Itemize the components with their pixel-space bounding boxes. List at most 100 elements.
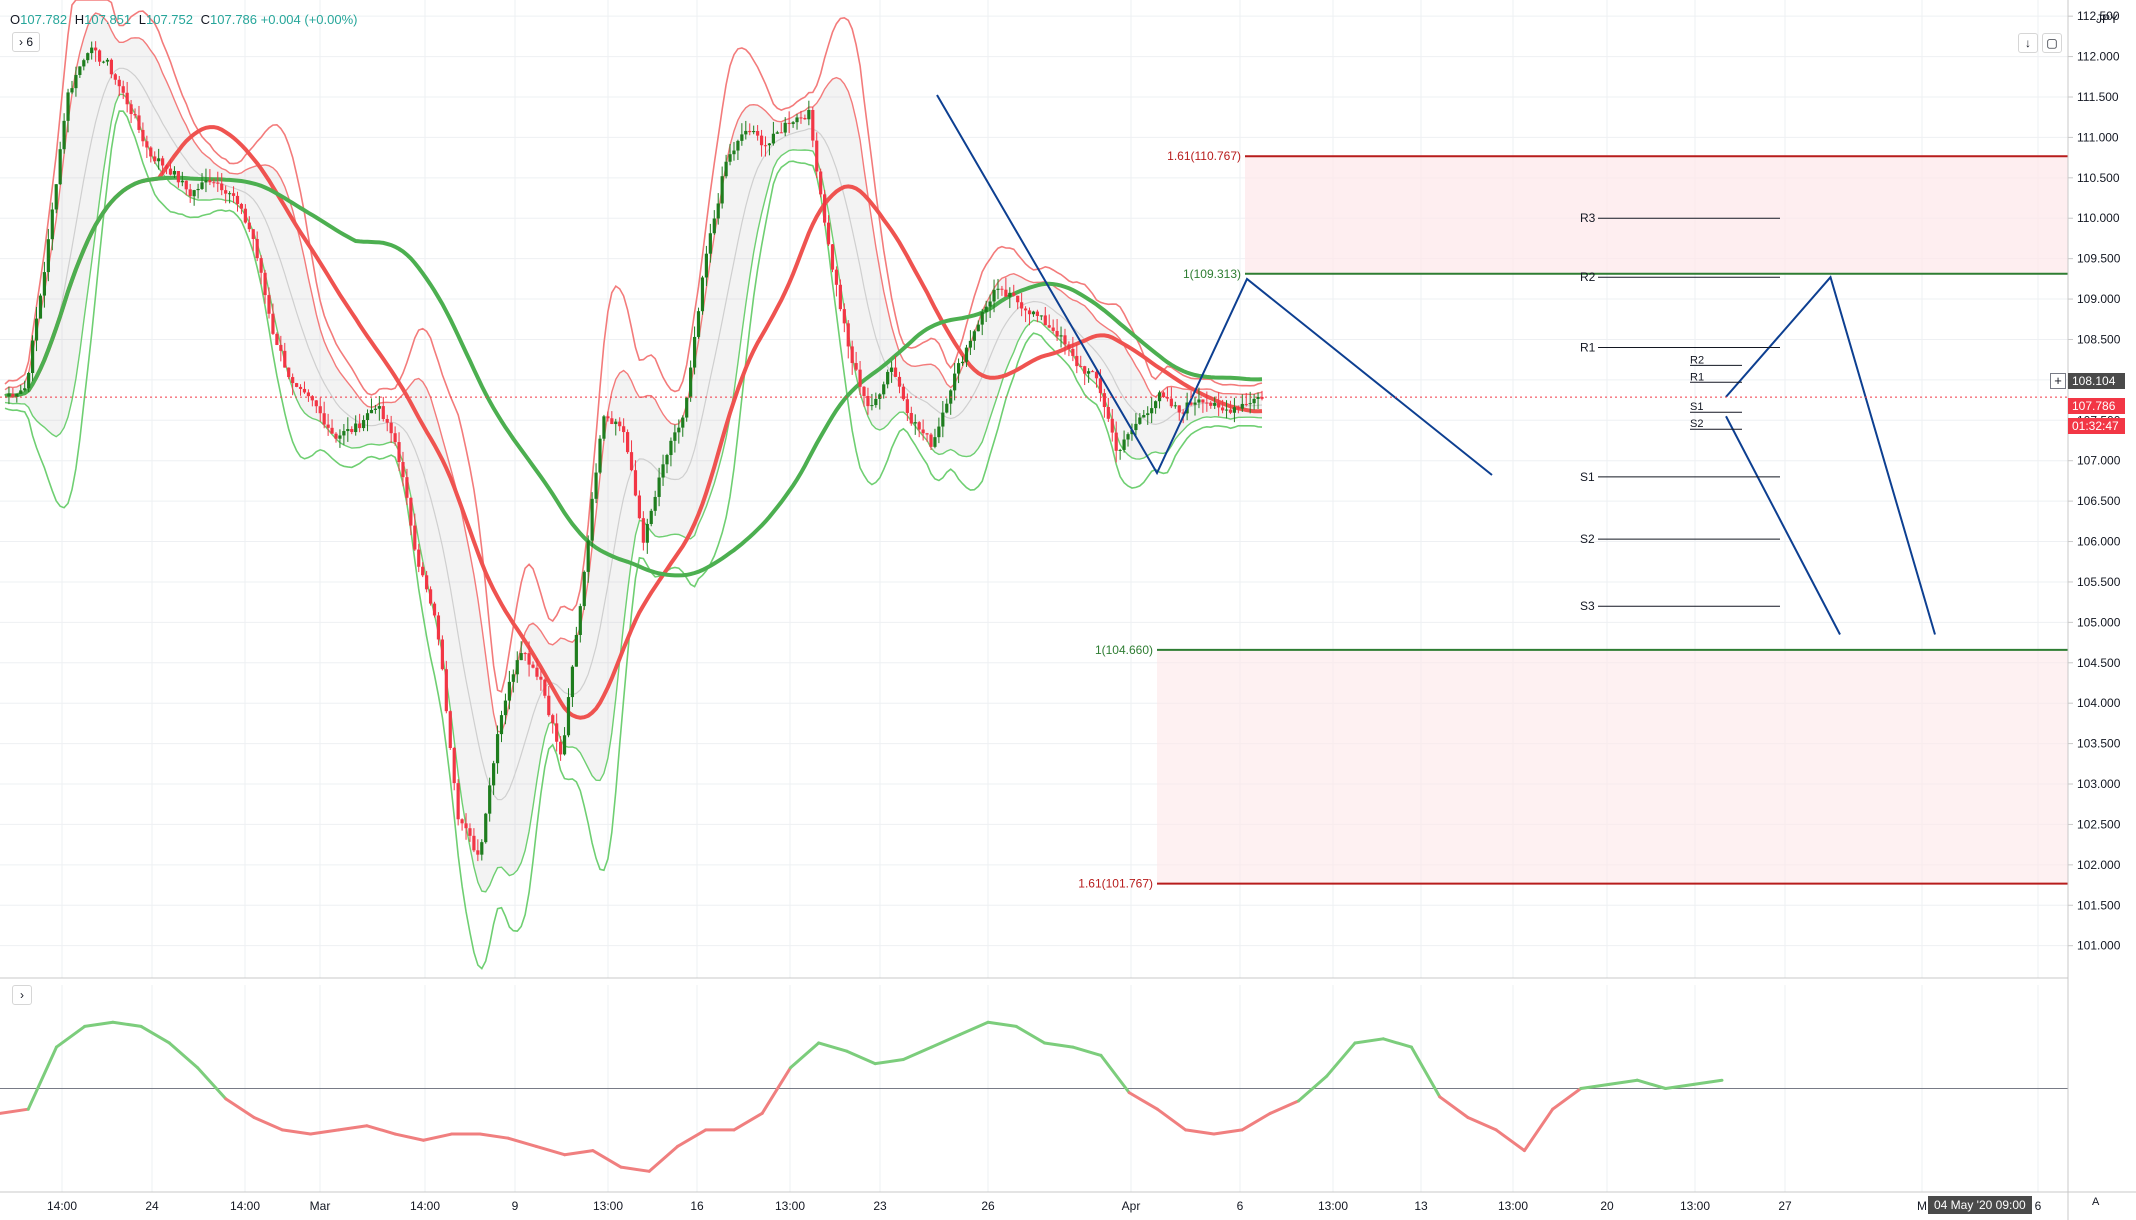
candle-body [361,420,366,429]
oscillator-segment [280,1128,313,1136]
candle-body [590,498,594,541]
candle-body [492,763,496,786]
candle-body [669,440,673,456]
daily-pivot-label: S2 [1690,418,1703,430]
fib-level-label: 1.61(110.767) [1167,149,1241,163]
candle-body [34,318,39,341]
candle-body [909,412,913,424]
candle-body [547,695,551,716]
daily-pivot-label: R2 [1690,354,1704,366]
candle-body [1126,434,1130,440]
collapse-oscillator-button[interactable]: › [12,985,32,1005]
candle-body [488,785,492,814]
candle-body [1004,289,1008,297]
time-tick-label: 14:00 [47,1199,77,1213]
candle-body [393,433,397,443]
candle-body [941,412,945,427]
candle-body [937,426,941,438]
candle-body [704,253,708,278]
chart-area[interactable]: 1.61(110.767) 1(109.313) 1(104.660) 1.61(10… [0,0,2136,1220]
candle-body [649,510,653,524]
candle-body [1177,405,1181,413]
candle-body [696,311,701,337]
candle-body [953,373,957,391]
candle-body [925,433,929,435]
collapse-main-button[interactable]: › 6 [12,32,40,52]
oscillator-segment [1409,1045,1442,1099]
candle-body [271,313,275,334]
candle-body [326,424,330,428]
price-tick-label: 106.000 [2077,535,2121,549]
candle-body [1220,407,1225,411]
candle-body [823,194,827,223]
candle-body [889,367,894,372]
candle-body [1228,409,1233,413]
candle-body [46,239,50,273]
candle-body [291,377,295,384]
price-tick-label: 101.000 [2077,939,2121,953]
candle-body [811,109,815,141]
oscillator-segment [196,1066,228,1101]
oscillator-segment [1494,1128,1526,1153]
candle-body [862,386,866,396]
oscillator-segment [167,1041,200,1070]
crosshair-add-button[interactable]: + [2050,373,2066,389]
candle-body [283,350,287,368]
candle-body [401,462,405,478]
candle-body [1059,335,1063,337]
candle-body [176,170,180,183]
candle-body [78,66,82,75]
candle-body [874,398,878,406]
fib-level-label: 1.61(101.767) [1078,877,1153,891]
price-tick-label: 111.000 [2077,130,2119,144]
candle-body [503,700,508,716]
oscillator-segment [365,1124,397,1136]
auto-scale-button[interactable]: A [2092,1196,2099,1208]
candle-body [976,324,980,332]
candle-body [767,143,772,146]
weekly-pivot-label: R3 [1580,211,1596,225]
fullscreen-button[interactable]: ▢ [2042,33,2062,53]
candle-body [1083,366,1087,374]
candle-body [381,406,385,419]
candle-body [1055,330,1059,337]
candle-body [562,735,567,755]
candle-body [850,346,854,364]
oscillator-segment [1268,1099,1301,1115]
candle-body [484,813,488,843]
candle-body [157,158,161,162]
candle-body [1201,399,1205,403]
candle-body [208,180,212,183]
candle-body [42,272,47,296]
candle-body [657,477,661,497]
candle-body [625,432,630,453]
candle-body [54,184,58,210]
time-tick-label: 9 [512,1199,519,1213]
candle-body [598,438,602,473]
candle-body [66,92,70,121]
candle-body [192,190,196,197]
scroll-down-button[interactable]: ↓ [2018,33,2038,53]
price-tick-label: 111.500 [2077,90,2119,104]
candle-body [1224,409,1229,411]
band-fill [5,13,1262,892]
price-tick-label: 112.000 [2077,50,2120,64]
oscillator-segment [0,1107,30,1115]
candle-body [665,455,669,465]
candle-body [444,669,448,712]
oscillator-segment [224,1097,256,1119]
candle-body [204,180,208,183]
oscillator-segment [1381,1037,1413,1049]
time-tick-label: 20 [1600,1199,1614,1213]
price-tick-label: 110.500 [2077,171,2120,185]
candle-body [551,715,555,724]
candle-body [62,120,66,150]
candle-body [1047,325,1051,328]
low-value: 107.752 [146,12,193,27]
candle-body [771,133,775,144]
candle-body [803,117,807,120]
upper-target-zone [1245,156,2068,274]
candle-body [629,452,634,471]
candle-body [992,289,996,302]
candle-body [495,734,500,764]
